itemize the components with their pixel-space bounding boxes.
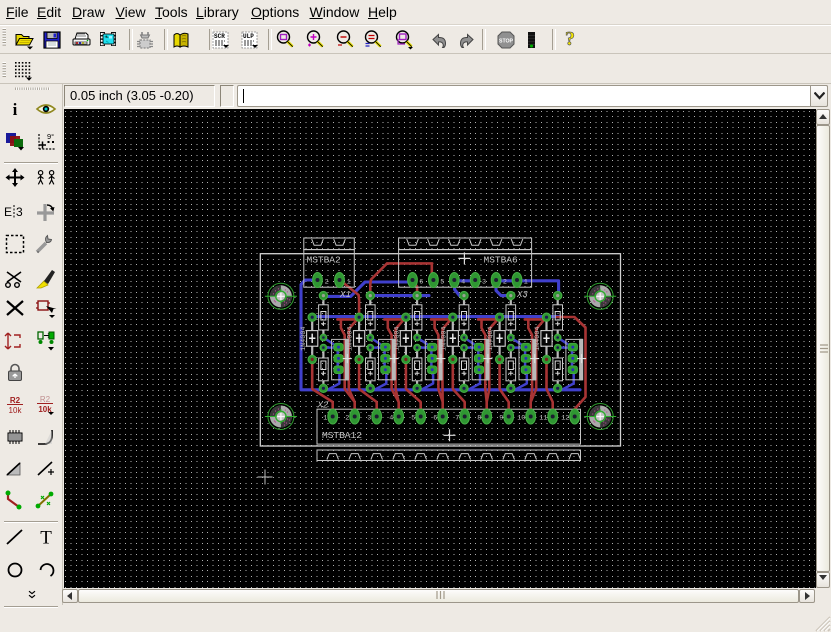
svg-text:4: 4	[389, 415, 393, 423]
svg-text:5: 5	[411, 415, 415, 423]
svg-text:10: 10	[517, 415, 525, 423]
svg-text:7: 7	[455, 415, 459, 423]
svg-text:1: 1	[524, 279, 528, 287]
svg-text:5: 5	[440, 279, 444, 287]
svg-text:3: 3	[482, 279, 486, 287]
svg-text:1: 1	[347, 279, 351, 287]
svg-text:R2: R2	[40, 395, 51, 404]
svg-text:MSTBA12: MSTBA12	[322, 430, 362, 441]
svg-text:T: T	[40, 528, 52, 546]
svg-text:10k: 10k	[9, 406, 23, 415]
svg-text:MSTBA6: MSTBA6	[484, 255, 519, 266]
svg-text:X3: X3	[516, 290, 528, 300]
svg-text:?: ?	[565, 29, 575, 50]
svg-text:8: 8	[477, 415, 481, 423]
svg-text:2: 2	[325, 279, 329, 287]
svg-text:3: 3	[16, 205, 23, 219]
svg-text:MSTBA2: MSTBA2	[307, 255, 342, 266]
svg-text:E: E	[4, 205, 12, 219]
svg-text:SCR: SCR	[214, 33, 225, 40]
svg-text:X1: X1	[339, 290, 351, 300]
svg-text:2: 2	[503, 279, 507, 287]
svg-text:6: 6	[433, 415, 437, 423]
svg-text:R2: R2	[10, 396, 21, 405]
svg-text:4: 4	[461, 279, 465, 287]
svg-text:9: 9	[499, 415, 503, 423]
svg-text:1: 1	[323, 415, 327, 423]
svg-text:12: 12	[561, 415, 569, 423]
svg-text:X2: X2	[317, 401, 329, 411]
svg-text:11: 11	[539, 415, 547, 423]
svg-text:2: 2	[345, 415, 349, 423]
svg-text:i: i	[13, 101, 18, 117]
svg-text:9°: 9°	[47, 132, 54, 141]
svg-text:STOP: STOP	[499, 39, 514, 45]
svg-text:ULP: ULP	[243, 33, 254, 40]
svg-text:3: 3	[367, 415, 371, 423]
svg-text:6: 6	[419, 279, 423, 287]
